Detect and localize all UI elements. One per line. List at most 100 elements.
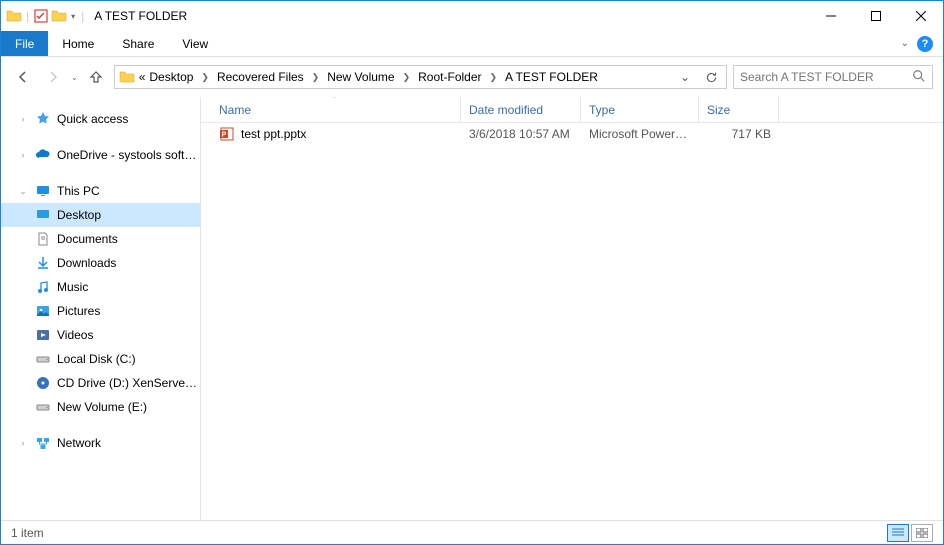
file-type: Microsoft PowerP... bbox=[581, 127, 699, 141]
address-dropdown-icon[interactable]: ⌄ bbox=[674, 66, 696, 88]
chevron-right-icon[interactable]: ❯ bbox=[308, 72, 324, 83]
tab-view[interactable]: View bbox=[168, 31, 222, 56]
breadcrumb-segment[interactable]: Root-Folder bbox=[418, 70, 481, 84]
quick-access-props-icon[interactable] bbox=[33, 8, 49, 24]
divider: | bbox=[26, 9, 29, 23]
sort-ascending-icon: ⌃ bbox=[331, 97, 339, 105]
breadcrumb-prefix[interactable]: « bbox=[139, 70, 146, 84]
chevron-right-icon[interactable]: › bbox=[17, 438, 29, 448]
tree-new-volume[interactable]: New Volume (E:) bbox=[1, 395, 200, 419]
tree-label: Music bbox=[57, 280, 88, 294]
up-button[interactable] bbox=[84, 65, 108, 89]
view-details-button[interactable] bbox=[887, 524, 909, 542]
close-button[interactable] bbox=[898, 1, 943, 31]
tree-label: Network bbox=[57, 436, 101, 450]
ribbon-expand-icon[interactable]: ⌄ bbox=[901, 38, 909, 49]
tree-desktop[interactable]: Desktop bbox=[1, 203, 200, 227]
breadcrumb-segment[interactable]: Recovered Files bbox=[217, 70, 304, 84]
view-thumbnails-button[interactable] bbox=[911, 524, 933, 542]
monitor-icon bbox=[35, 183, 51, 199]
column-name[interactable]: Name ⌃ bbox=[201, 97, 461, 122]
documents-icon bbox=[35, 231, 51, 247]
history-dropdown-icon[interactable]: ⌄ bbox=[71, 73, 78, 82]
ribbon-tabs: File Home Share View ⌄ ? bbox=[1, 31, 943, 57]
divider: | bbox=[81, 9, 84, 23]
breadcrumb-segment[interactable]: Desktop bbox=[149, 70, 193, 84]
tree-label: Desktop bbox=[57, 208, 101, 222]
desktop-icon bbox=[35, 207, 51, 223]
disc-icon bbox=[35, 375, 51, 391]
tree-label: Quick access bbox=[57, 112, 128, 126]
tree-this-pc[interactable]: ⌄ This PC bbox=[1, 179, 200, 203]
tree-downloads[interactable]: Downloads bbox=[1, 251, 200, 275]
powerpoint-icon: P bbox=[219, 126, 235, 142]
tree-label: Pictures bbox=[57, 304, 100, 318]
refresh-button[interactable] bbox=[700, 66, 722, 88]
folder-icon-small[interactable] bbox=[51, 8, 67, 24]
chevron-right-icon[interactable]: › bbox=[17, 114, 29, 124]
tree-videos[interactable]: Videos bbox=[1, 323, 200, 347]
back-button[interactable] bbox=[11, 65, 35, 89]
window-title: A TEST FOLDER bbox=[94, 9, 187, 23]
search-icon[interactable] bbox=[912, 69, 926, 86]
tree-label: New Volume (E:) bbox=[57, 400, 147, 414]
chevron-down-icon[interactable]: ⌄ bbox=[17, 186, 29, 197]
status-count: 1 item bbox=[11, 526, 44, 540]
address-bar[interactable]: « Desktop ❯ Recovered Files ❯ New Volume… bbox=[114, 65, 727, 89]
file-list: Name ⌃ Date modified Type Size P test pp… bbox=[201, 97, 943, 520]
tree-label: Local Disk (C:) bbox=[57, 352, 136, 366]
file-size: 717 KB bbox=[699, 127, 779, 141]
folder-icon bbox=[6, 8, 22, 24]
forward-button[interactable] bbox=[41, 65, 65, 89]
tab-home[interactable]: Home bbox=[48, 31, 108, 56]
column-size[interactable]: Size bbox=[699, 97, 779, 122]
tree-onedrive[interactable]: › OneDrive - systools software bbox=[1, 143, 200, 167]
chevron-right-icon[interactable]: ❯ bbox=[399, 72, 415, 83]
navigation-pane: › Quick access › OneDrive - systools sof… bbox=[1, 97, 201, 520]
tree-documents[interactable]: Documents bbox=[1, 227, 200, 251]
tree-pictures[interactable]: Pictures bbox=[1, 299, 200, 323]
title-bar: | ▾ | A TEST FOLDER bbox=[1, 1, 943, 31]
network-icon bbox=[35, 435, 51, 451]
breadcrumb-segment[interactable]: New Volume bbox=[327, 70, 394, 84]
tree-network[interactable]: › Network bbox=[1, 431, 200, 455]
tree-label: OneDrive - systools software bbox=[57, 148, 200, 162]
status-bar: 1 item bbox=[1, 520, 943, 544]
music-icon bbox=[35, 279, 51, 295]
cloud-icon bbox=[35, 147, 51, 163]
chevron-right-icon[interactable]: ❯ bbox=[486, 72, 502, 83]
search-input[interactable] bbox=[740, 70, 912, 84]
qat-dropdown-icon[interactable]: ▾ bbox=[69, 12, 77, 21]
star-icon bbox=[35, 111, 51, 127]
drive-icon bbox=[35, 351, 51, 367]
navigation-bar: ⌄ « Desktop ❯ Recovered Files ❯ New Volu… bbox=[1, 57, 943, 97]
svg-text:P: P bbox=[222, 132, 227, 139]
column-date[interactable]: Date modified bbox=[461, 97, 581, 122]
tree-local-disk[interactable]: Local Disk (C:) bbox=[1, 347, 200, 371]
tree-quick-access[interactable]: › Quick access bbox=[1, 107, 200, 131]
breadcrumb-segment[interactable]: A TEST FOLDER bbox=[505, 70, 598, 84]
pictures-icon bbox=[35, 303, 51, 319]
tree-music[interactable]: Music bbox=[1, 275, 200, 299]
folder-icon bbox=[119, 69, 135, 85]
tab-file[interactable]: File bbox=[1, 31, 48, 56]
chevron-right-icon[interactable]: ❯ bbox=[197, 72, 213, 83]
tree-label: Documents bbox=[57, 232, 118, 246]
drive-icon bbox=[35, 399, 51, 415]
tree-label: This PC bbox=[57, 184, 100, 198]
file-name: test ppt.pptx bbox=[241, 127, 306, 141]
file-date: 3/6/2018 10:57 AM bbox=[461, 127, 581, 141]
tree-cd-drive[interactable]: CD Drive (D:) XenServer Too bbox=[1, 371, 200, 395]
file-row[interactable]: P test ppt.pptx 3/6/2018 10:57 AM Micros… bbox=[201, 123, 943, 145]
minimize-button[interactable] bbox=[808, 1, 853, 31]
maximize-button[interactable] bbox=[853, 1, 898, 31]
column-type[interactable]: Type bbox=[581, 97, 699, 122]
help-icon[interactable]: ? bbox=[917, 36, 933, 52]
tree-label: Videos bbox=[57, 328, 93, 342]
tree-label: Downloads bbox=[57, 256, 116, 270]
chevron-right-icon[interactable]: › bbox=[17, 150, 29, 160]
download-icon bbox=[35, 255, 51, 271]
column-label: Name bbox=[219, 103, 251, 117]
search-box[interactable] bbox=[733, 65, 933, 89]
tab-share[interactable]: Share bbox=[108, 31, 168, 56]
